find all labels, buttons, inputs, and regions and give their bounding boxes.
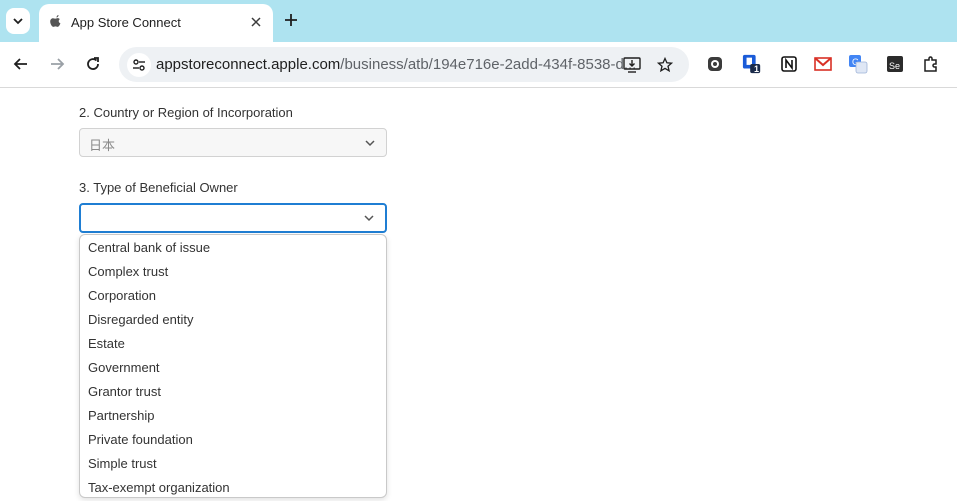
plus-icon — [285, 14, 297, 26]
arrow-right-icon — [51, 58, 65, 70]
dropdown-option[interactable]: Central bank of issue — [88, 240, 210, 255]
bookmark-star-icon[interactable] — [655, 55, 675, 75]
dropdown-option[interactable]: Private foundation — [88, 432, 193, 447]
tab-search-button[interactable] — [6, 8, 30, 34]
dropdown-option[interactable]: Complex trust — [88, 264, 168, 279]
close-icon[interactable] — [247, 13, 265, 31]
install-app-icon[interactable] — [622, 55, 642, 75]
selenium-icon[interactable]: Se — [885, 54, 905, 74]
dropdown-option[interactable]: Simple trust — [88, 456, 157, 471]
country-value: 日本 — [89, 138, 116, 153]
dropdown-option[interactable]: Partnership — [88, 408, 154, 423]
owner-type-dropdown: Central bank of issue Complex trust Corp… — [79, 234, 387, 498]
country-select[interactable]: 日本 — [79, 128, 387, 157]
address-bar[interactable]: appstoreconnect.apple.com/business/atb/1… — [119, 47, 689, 82]
dropdown-option[interactable]: Corporation — [88, 288, 156, 303]
owner-type-select[interactable] — [79, 203, 387, 233]
dropdown-option[interactable]: Disregarded entity — [88, 312, 194, 327]
new-tab-button[interactable] — [281, 10, 301, 30]
url-host: appstoreconnect.apple.com — [156, 56, 341, 73]
dropdown-option[interactable]: Tax-exempt organization — [88, 480, 230, 495]
arrow-left-icon — [13, 58, 27, 70]
apple-icon — [48, 14, 64, 30]
url-path: /business/atb/194e716e-2add-434f-8538-d.… — [340, 56, 637, 73]
svg-text:Se: Se — [889, 61, 900, 71]
owner-type-label: 3. Type of Beneficial Owner — [79, 180, 238, 195]
chevron-down-icon — [365, 140, 375, 147]
browser-toolbar: appstoreconnect.apple.com/business/atb/1… — [0, 42, 957, 88]
extension-badge-icon[interactable]: 1 — [742, 54, 762, 74]
translate-icon[interactable]: G — [848, 54, 868, 74]
notion-icon[interactable] — [779, 54, 799, 74]
gmail-icon[interactable] — [813, 54, 833, 74]
extensions-puzzle-icon[interactable] — [921, 54, 941, 74]
chevron-down-icon — [13, 18, 23, 25]
reload-icon — [87, 57, 99, 70]
chevron-down-icon — [364, 215, 374, 222]
extension-badge-count: 1 — [754, 64, 760, 74]
dropdown-option[interactable]: Government — [88, 360, 160, 375]
tab-title: App Store Connect — [71, 15, 181, 30]
reload-button[interactable] — [82, 53, 104, 75]
back-button[interactable] — [10, 53, 32, 75]
country-label: 2. Country or Region of Incorporation — [79, 105, 293, 120]
site-info-button[interactable] — [127, 53, 151, 77]
forward-button[interactable] — [46, 53, 68, 75]
tab-strip: App Store Connect — [0, 0, 957, 42]
url-text: appstoreconnect.apple.com/business/atb/1… — [156, 56, 636, 73]
extension-ghost-icon[interactable] — [705, 54, 725, 74]
browser-tab[interactable]: App Store Connect — [39, 4, 273, 42]
tune-icon — [133, 59, 145, 71]
dropdown-option[interactable]: Grantor trust — [88, 384, 161, 399]
dropdown-option[interactable]: Estate — [88, 336, 125, 351]
